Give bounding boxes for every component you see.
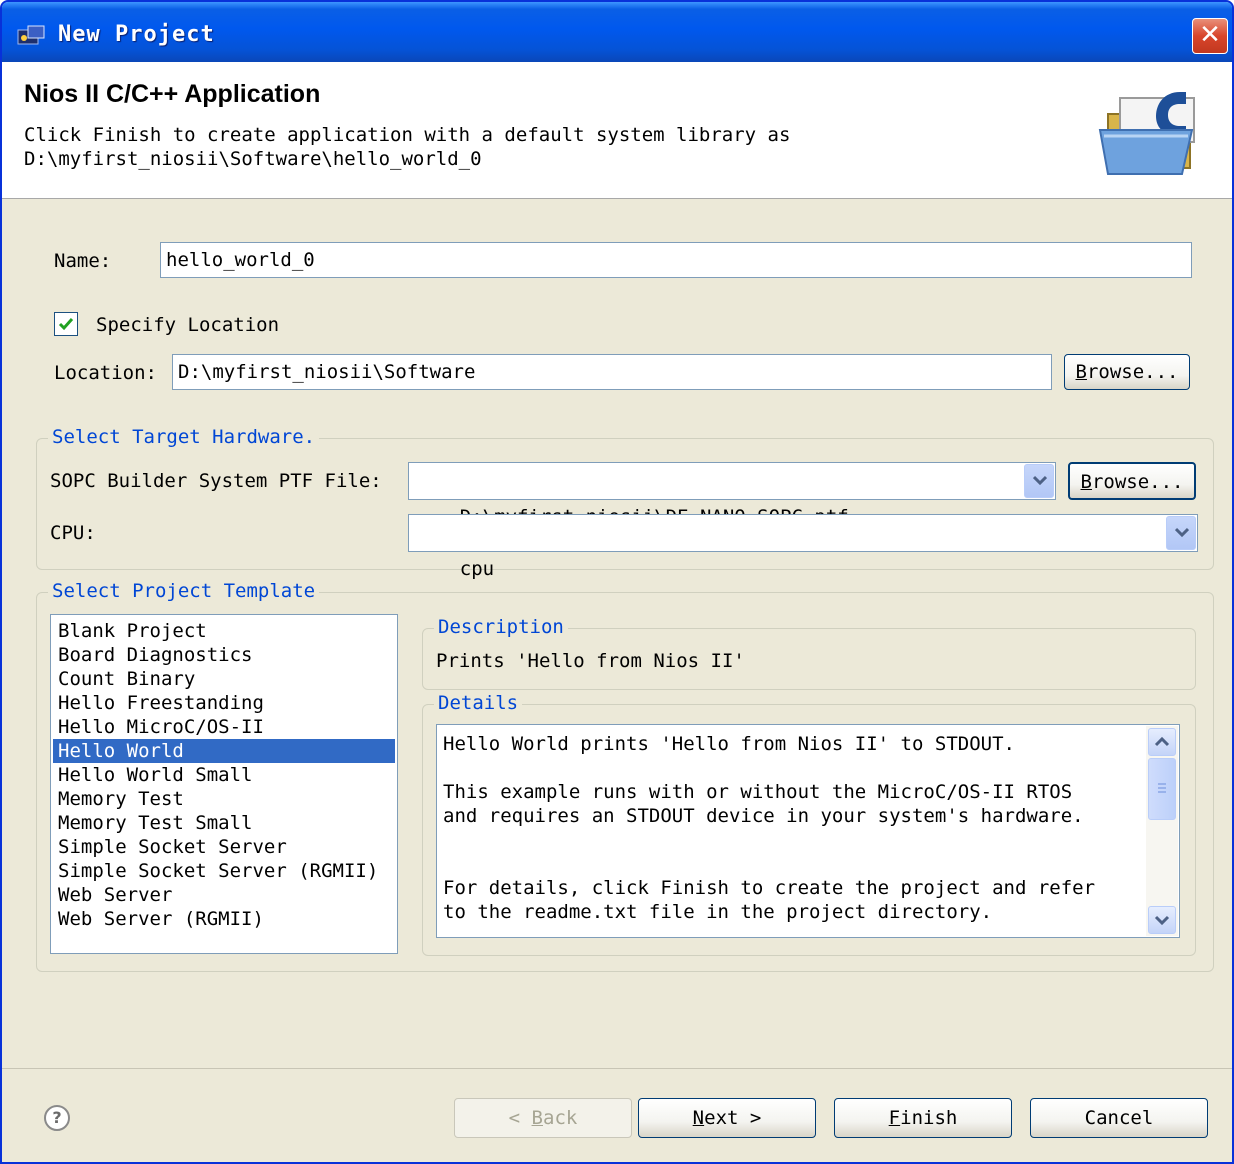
location-field[interactable]: D:\myfirst_niosii\Software <box>172 354 1052 390</box>
details-line: This example runs with or without the Mi… <box>443 781 1073 803</box>
list-item[interactable]: Hello Freestanding <box>53 691 395 715</box>
new-project-dialog: New Project ✕ Nios II C/C++ Application … <box>0 0 1234 1164</box>
app-icon <box>17 25 45 45</box>
location-label: Location: <box>54 362 157 384</box>
list-item[interactable]: Simple Socket Server (RGMII) <box>53 859 395 883</box>
details-line: to the readme.txt file in the project di… <box>443 901 993 923</box>
back-button[interactable]: < Back <box>454 1098 632 1138</box>
cpu-value: cpu <box>459 558 495 580</box>
list-item[interactable]: Web Server (RGMII) <box>53 907 395 931</box>
list-item[interactable]: Count Binary <box>53 667 395 691</box>
close-button[interactable]: ✕ <box>1192 18 1228 54</box>
checkbox-checked-icon <box>58 318 74 331</box>
finish-button[interactable]: Finish <box>834 1098 1012 1138</box>
ptf-browse-button[interactable]: Browse... <box>1068 462 1196 500</box>
list-item[interactable]: Memory Test <box>53 787 395 811</box>
list-item[interactable]: Board Diagnostics <box>53 643 395 667</box>
scroll-down-icon <box>1154 915 1170 926</box>
details-line: Hello World prints 'Hello from Nios II' … <box>443 733 1015 755</box>
cpu-combo[interactable]: cpu <box>408 514 1198 580</box>
list-item[interactable]: Memory Test Small <box>53 811 395 835</box>
cancel-button[interactable]: Cancel <box>1030 1098 1208 1138</box>
folder-c-icon <box>1098 92 1195 175</box>
scroll-thumb[interactable] <box>1148 758 1176 820</box>
chevron-down-icon <box>1033 475 1047 486</box>
scroll-up-button[interactable] <box>1148 728 1176 756</box>
description-text: Prints 'Hello from Nios II' <box>436 650 745 672</box>
details-scrollbar[interactable] <box>1146 726 1178 936</box>
ptf-file-label: SOPC Builder System PTF File: <box>50 470 382 492</box>
window-title: New Project <box>58 22 215 47</box>
list-item[interactable]: Hello World Small <box>53 763 395 787</box>
banner-message-line1: Click Finish to create application with … <box>24 124 791 146</box>
details-text-area[interactable]: Hello World prints 'Hello from Nios II' … <box>436 724 1180 938</box>
page-title: Nios II C/C++ Application <box>24 80 321 108</box>
name-label: Name: <box>54 250 112 272</box>
list-item[interactable]: Web Server <box>53 883 395 907</box>
location-browse-button[interactable]: Browse... <box>1064 354 1190 390</box>
title-bar[interactable]: New Project ✕ <box>2 2 1232 62</box>
list-item[interactable]: Hello MicroC/OS-II <box>53 715 395 739</box>
ptf-dropdown-button[interactable] <box>1024 464 1054 498</box>
list-item-selected[interactable]: Hello World <box>53 739 395 763</box>
ptf-file-combo[interactable]: D:\myfirst_niosii\DE_NANO_SOPC.ptf <box>408 462 1056 528</box>
chevron-down-icon <box>1175 527 1189 538</box>
banner-message-line2: D:\myfirst_niosii\Software\hello_world_0 <box>24 148 482 170</box>
scroll-down-button[interactable] <box>1148 906 1176 934</box>
scroll-up-icon <box>1154 736 1170 747</box>
name-field[interactable]: hello_world_0 <box>160 242 1192 278</box>
description-group-label: Description <box>434 616 568 638</box>
target-hardware-group-label: Select Target Hardware. <box>48 426 320 448</box>
list-item[interactable]: Blank Project <box>53 619 395 643</box>
cpu-label: CPU: <box>50 522 96 544</box>
wizard-banner: Nios II C/C++ Application Click Finish t… <box>2 62 1232 199</box>
close-icon: ✕ <box>1199 20 1221 50</box>
details-line: and requires an STDOUT device in your sy… <box>443 805 1084 827</box>
details-group-label: Details <box>434 692 523 714</box>
project-template-group-label: Select Project Template <box>48 580 320 602</box>
details-line: For details, click Finish to create the … <box>443 877 1096 899</box>
button-bar-divider <box>2 1068 1232 1069</box>
template-list[interactable]: Blank Project Board Diagnostics Count Bi… <box>50 614 398 954</box>
specify-location-checkbox[interactable] <box>54 312 78 336</box>
next-button[interactable]: Next > <box>638 1098 816 1138</box>
list-item[interactable]: Simple Socket Server <box>53 835 395 859</box>
cpu-dropdown-button[interactable] <box>1166 516 1196 550</box>
help-icon[interactable]: ? <box>44 1105 70 1131</box>
specify-location-label[interactable]: Specify Location <box>96 314 279 336</box>
